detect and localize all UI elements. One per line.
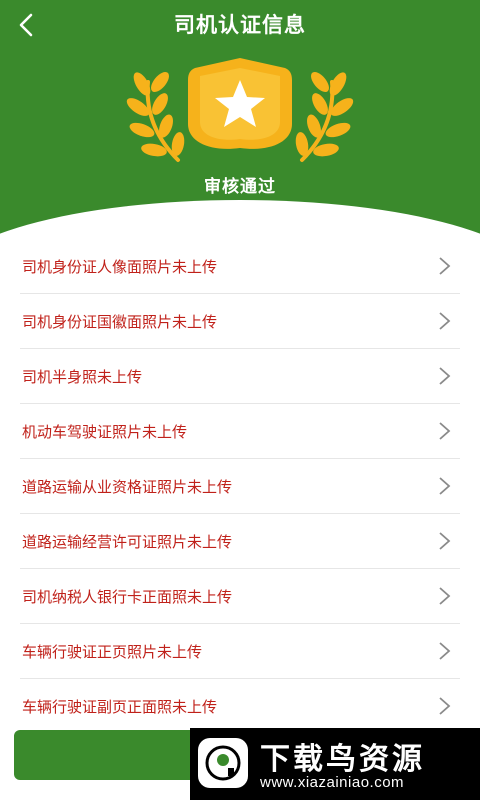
list-item-label: 司机半身照未上传 bbox=[22, 367, 143, 386]
back-arrow-icon bbox=[19, 13, 33, 37]
list-item-label: 司机身份证国徽面照片未上传 bbox=[22, 312, 218, 331]
chevron-right-icon bbox=[439, 477, 451, 495]
list-item-label: 司机纳税人银行卡正面照未上传 bbox=[22, 587, 233, 606]
top-bar: 司机认证信息 bbox=[0, 0, 480, 50]
list-item-id-back[interactable]: 司机身份证国徽面照片未上传 bbox=[20, 294, 460, 349]
chevron-right-icon bbox=[439, 422, 451, 440]
list-item-vehicle-license-back[interactable]: 车辆行驶证副页正面照未上传 bbox=[20, 679, 460, 733]
list-item-label: 司机身份证人像面照片未上传 bbox=[22, 257, 218, 276]
list-item-qualification[interactable]: 道路运输从业资格证照片未上传 bbox=[20, 459, 460, 514]
list-item-label: 车辆行驶证副页正面照未上传 bbox=[22, 697, 218, 716]
list-item-business-permit[interactable]: 道路运输经营许可证照片未上传 bbox=[20, 514, 460, 569]
list-item-label: 道路运输从业资格证照片未上传 bbox=[22, 477, 233, 496]
list-item-label: 机动车驾驶证照片未上传 bbox=[22, 422, 188, 441]
chevron-right-icon bbox=[439, 642, 451, 660]
watermark-url: www.xiazainiao.com bbox=[260, 774, 405, 791]
header-curve bbox=[0, 200, 480, 236]
chevron-right-icon bbox=[439, 257, 451, 275]
document-list: 司机身份证人像面照片未上传 司机身份证国徽面照片未上传 司机半身照未上传 机动车… bbox=[20, 239, 460, 733]
watermark-logo-icon bbox=[198, 738, 248, 788]
star-badge-icon bbox=[126, 58, 354, 162]
chevron-right-icon bbox=[439, 367, 451, 385]
list-item-vehicle-license-front[interactable]: 车辆行驶证正页照片未上传 bbox=[20, 624, 460, 679]
list-item-label: 车辆行驶证正页照片未上传 bbox=[22, 642, 203, 661]
chevron-right-icon bbox=[439, 697, 451, 715]
list-item-driver-license[interactable]: 机动车驾驶证照片未上传 bbox=[20, 404, 460, 459]
back-button[interactable] bbox=[8, 6, 44, 44]
chevron-right-icon bbox=[439, 587, 451, 605]
verification-status: 审核通过 bbox=[204, 177, 276, 197]
chevron-right-icon bbox=[439, 312, 451, 330]
list-item-bank-card[interactable]: 司机纳税人银行卡正面照未上传 bbox=[20, 569, 460, 624]
chevron-right-icon bbox=[439, 532, 451, 550]
watermark-name: 下载鸟资源 bbox=[260, 742, 425, 777]
list-item-label: 道路运输经营许可证照片未上传 bbox=[22, 532, 233, 551]
watermark: 下载鸟资源 www.xiazainiao.com bbox=[190, 728, 480, 800]
left-laurel-icon bbox=[126, 72, 185, 162]
page-title: 司机认证信息 bbox=[174, 13, 306, 37]
right-laurel-icon bbox=[295, 72, 354, 162]
list-item-id-front[interactable]: 司机身份证人像面照片未上传 bbox=[20, 239, 460, 294]
list-item-half-body[interactable]: 司机半身照未上传 bbox=[20, 349, 460, 404]
